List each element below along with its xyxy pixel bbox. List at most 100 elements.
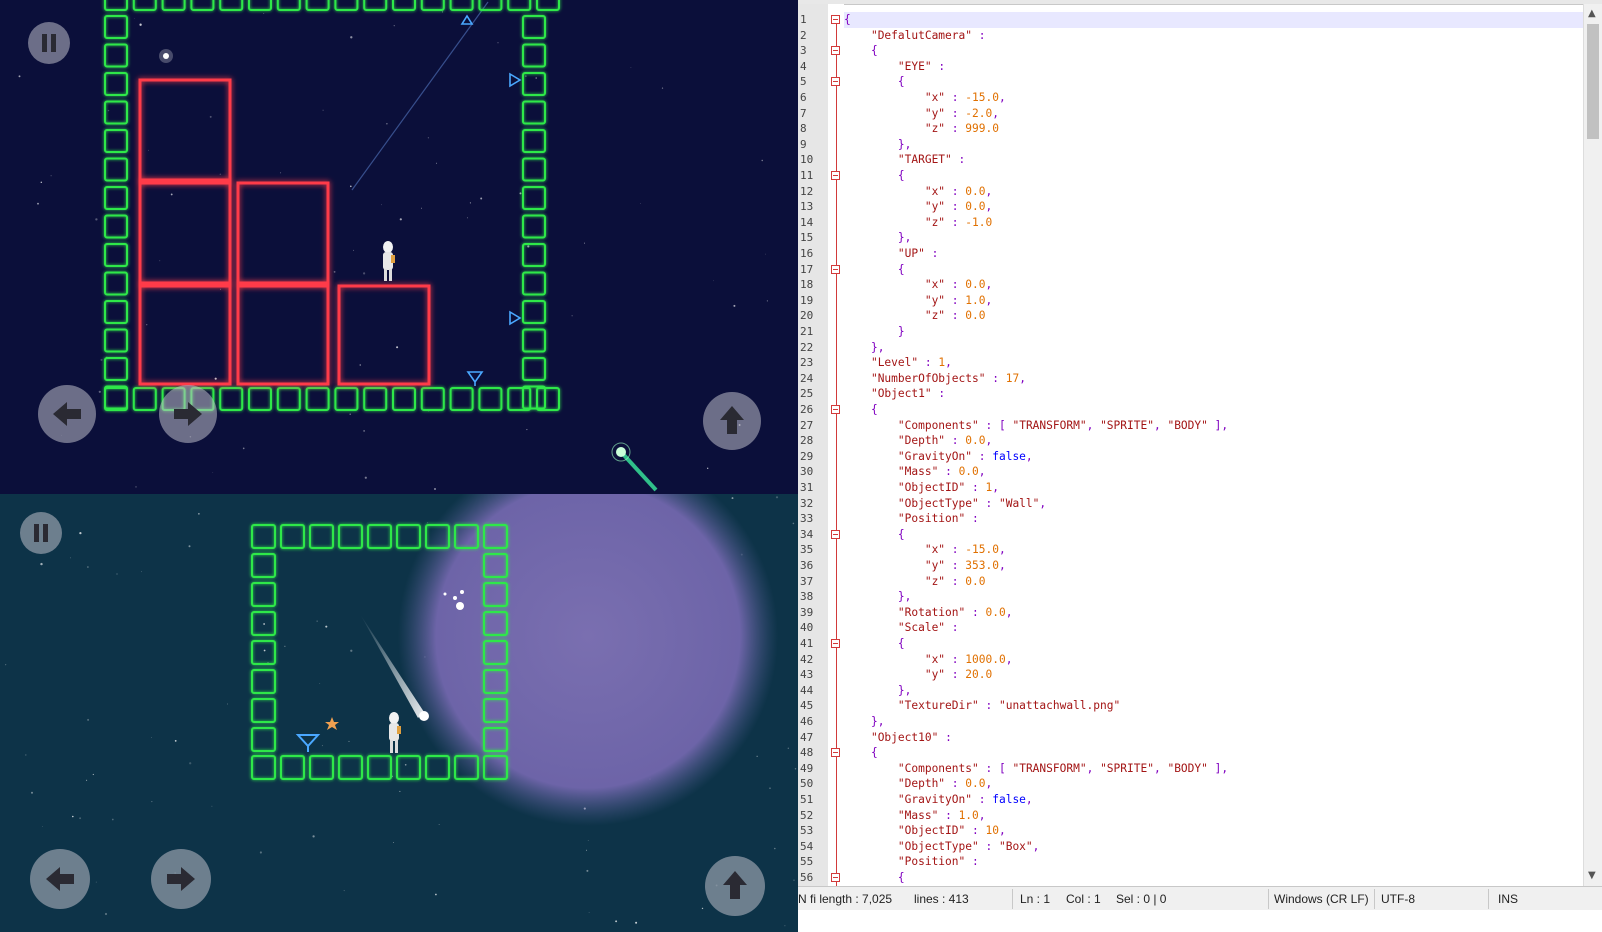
move-left-button[interactable] bbox=[30, 849, 90, 909]
code-line[interactable]: "TARGET" : bbox=[844, 152, 965, 168]
code-area[interactable]: { "DefalutCamera" : { "EYE" : { "x" : -1… bbox=[844, 4, 1583, 916]
move-right-button[interactable] bbox=[159, 385, 217, 443]
scrollbar-thumb[interactable] bbox=[1587, 24, 1599, 139]
code-line[interactable]: "ObjectID" : 10, bbox=[844, 823, 1006, 839]
code-line[interactable]: "y" : 0.0, bbox=[844, 199, 992, 215]
code-line[interactable]: { bbox=[844, 527, 905, 543]
code-line[interactable]: "Position" : bbox=[844, 854, 979, 870]
text-editor[interactable]: 1 2 3 4 5 6 7 8 9 10 11 12 13 14 15 16 17 18 19 20 21 22 23 24 2… bbox=[798, 0, 1602, 932]
move-right-button[interactable] bbox=[151, 849, 211, 909]
code-line[interactable]: { bbox=[844, 168, 905, 184]
code-line[interactable]: "NumberOfObjects" : 17, bbox=[844, 371, 1026, 387]
code-line[interactable]: "y" : 20.0 bbox=[844, 667, 992, 683]
pause-button[interactable] bbox=[28, 22, 70, 64]
code-line[interactable]: "DefalutCamera" : bbox=[844, 28, 986, 44]
code-line[interactable]: "Mass" : 0.0, bbox=[844, 464, 986, 480]
code-line[interactable]: "z" : -1.0 bbox=[844, 215, 992, 231]
code-line[interactable]: "Rotation" : 0.0, bbox=[844, 605, 1013, 621]
code-line[interactable]: "Object1" : bbox=[844, 386, 945, 402]
jump-button[interactable] bbox=[703, 392, 761, 450]
code-line[interactable]: { bbox=[844, 745, 878, 761]
code-line[interactable]: "z" : 0.0 bbox=[844, 308, 986, 324]
code-line[interactable]: "y" : 1.0, bbox=[844, 293, 992, 309]
vertical-scrollbar[interactable]: ▲ ▼ bbox=[1583, 4, 1602, 916]
star bbox=[111, 818, 114, 821]
code-line[interactable]: { bbox=[844, 12, 1583, 28]
fold-toggle-icon[interactable] bbox=[831, 15, 840, 24]
fold-toggle-icon[interactable] bbox=[831, 171, 840, 180]
fold-toggle-icon[interactable] bbox=[831, 264, 840, 274]
fold-margin[interactable] bbox=[828, 4, 844, 916]
scroll-up-icon[interactable]: ▲ bbox=[1588, 8, 1596, 19]
code-line[interactable]: { bbox=[844, 870, 905, 886]
code-line[interactable]: "z" : 0.0 bbox=[844, 574, 986, 590]
code-line[interactable]: "Mass" : 1.0, bbox=[844, 808, 986, 824]
code-line[interactable]: "Object10" : bbox=[844, 730, 952, 746]
code-line[interactable]: "ObjectID" : 1, bbox=[844, 480, 999, 496]
code-line[interactable]: "ObjectType" : "Wall", bbox=[844, 496, 1046, 512]
fold-toggle-icon[interactable] bbox=[831, 77, 840, 87]
code-line[interactable]: "Depth" : 0.0, bbox=[844, 776, 992, 792]
code-line[interactable]: "UP" : bbox=[844, 246, 938, 262]
fold-toggle-icon[interactable] bbox=[831, 405, 840, 414]
fold-toggle-icon[interactable] bbox=[831, 639, 840, 648]
wall-tile bbox=[104, 43, 128, 68]
code-line[interactable]: "TextureDir" : "unattachwall.png" bbox=[844, 698, 1120, 714]
code-line[interactable]: } bbox=[844, 324, 905, 340]
code-line[interactable]: }, bbox=[844, 714, 885, 730]
status-eol[interactable]: Windows (CR LF) bbox=[1274, 892, 1369, 906]
star bbox=[284, 645, 286, 647]
code-line[interactable]: { bbox=[844, 74, 905, 90]
star bbox=[434, 488, 436, 490]
line-number: 43 bbox=[800, 668, 814, 682]
code-line[interactable]: "Components" : [ "TRANSFORM", "SPRITE", … bbox=[844, 418, 1228, 434]
scroll-down-icon[interactable]: ▼ bbox=[1588, 870, 1596, 881]
pause-button[interactable] bbox=[20, 512, 62, 554]
code-line[interactable]: "Scale" : bbox=[844, 620, 959, 636]
code-line[interactable]: "y" : -2.0, bbox=[844, 106, 999, 122]
code-line[interactable]: { bbox=[844, 262, 905, 278]
code-line[interactable]: "x" : 0.0, bbox=[844, 277, 992, 293]
code-line[interactable]: "x" : -15.0, bbox=[844, 542, 1006, 558]
status-mode[interactable]: INS bbox=[1498, 892, 1518, 906]
code-line[interactable]: "GravityOn" : false, bbox=[844, 449, 1033, 465]
code-line[interactable]: "GravityOn" : false, bbox=[844, 792, 1033, 808]
code-line[interactable]: "y" : 353.0, bbox=[844, 558, 1006, 574]
star bbox=[350, 649, 353, 652]
fold-toggle-icon[interactable] bbox=[831, 873, 840, 882]
status-encoding[interactable]: UTF-8 bbox=[1381, 892, 1415, 906]
code-line[interactable]: { bbox=[844, 636, 905, 652]
star bbox=[350, 36, 353, 39]
code-line[interactable]: "x" : 1000.0, bbox=[844, 652, 1013, 668]
jump-button[interactable] bbox=[705, 856, 765, 916]
star-collectible-icon bbox=[325, 717, 339, 730]
code-line[interactable]: }, bbox=[844, 340, 885, 356]
wall-tile bbox=[309, 755, 334, 780]
game-viewport-top[interactable] bbox=[0, 0, 798, 494]
star bbox=[319, 682, 321, 684]
code-line[interactable]: }, bbox=[844, 589, 912, 605]
star bbox=[393, 25, 395, 27]
fold-toggle-icon[interactable] bbox=[831, 529, 840, 539]
code-line[interactable]: }, bbox=[844, 683, 912, 699]
move-left-button[interactable] bbox=[38, 385, 96, 443]
code-line[interactable]: "z" : 999.0 bbox=[844, 121, 999, 137]
code-line[interactable]: "Depth" : 0.0, bbox=[844, 433, 992, 449]
fold-toggle-icon[interactable] bbox=[831, 748, 840, 758]
code-line[interactable]: { bbox=[844, 402, 878, 418]
code-line[interactable]: "EYE" : bbox=[844, 59, 945, 75]
star bbox=[386, 123, 388, 125]
code-line[interactable]: "Components" : [ "TRANSFORM", "SPRITE", … bbox=[844, 761, 1228, 777]
code-line[interactable]: { bbox=[844, 43, 878, 59]
wall-tile bbox=[104, 157, 128, 182]
code-line[interactable]: "x" : 0.0, bbox=[844, 184, 992, 200]
code-line[interactable]: "ObjectType" : "Box", bbox=[844, 839, 1040, 855]
code-line[interactable]: "Level" : 1, bbox=[844, 355, 952, 371]
code-line[interactable]: }, bbox=[844, 230, 912, 246]
star bbox=[86, 779, 88, 781]
code-line[interactable]: }, bbox=[844, 137, 912, 153]
code-line[interactable]: "x" : -15.0, bbox=[844, 90, 1006, 106]
code-line[interactable]: "Position" : bbox=[844, 511, 979, 527]
game-viewport-bottom[interactable] bbox=[0, 494, 798, 932]
fold-toggle-icon[interactable] bbox=[831, 46, 840, 56]
